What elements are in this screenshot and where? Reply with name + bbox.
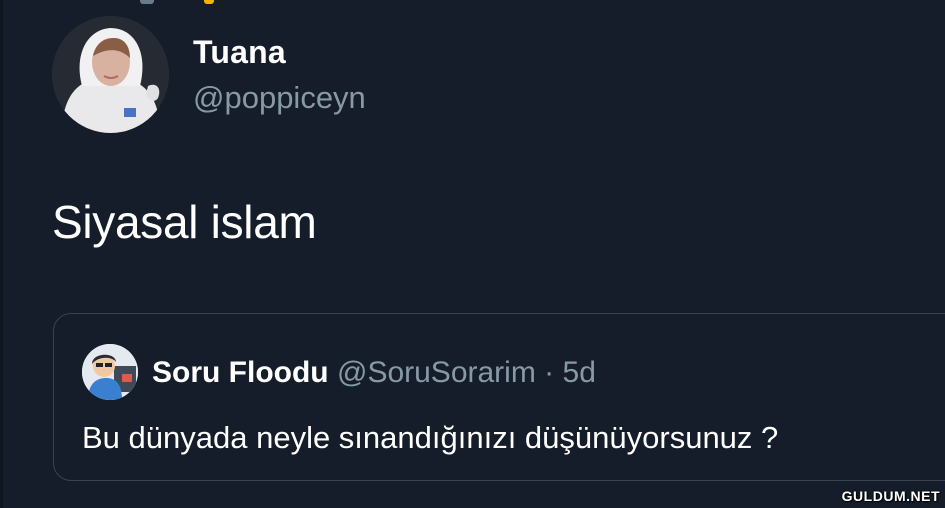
tweet-text: Siyasal islam bbox=[52, 196, 317, 248]
quoted-display-name[interactable]: Soru Floodu bbox=[152, 356, 329, 389]
edge-divider bbox=[0, 0, 3, 508]
user-avatar[interactable] bbox=[52, 16, 169, 133]
quoted-user-avatar[interactable] bbox=[82, 344, 138, 400]
quoted-tweet-card[interactable]: Soru Floodu @SoruSorarim · 5d Bu dünyada… bbox=[53, 313, 945, 481]
tweet-container: Tuana @poppiceyn Siyasal islam Soru Floo… bbox=[0, 0, 945, 508]
quoted-timestamp[interactable]: 5d bbox=[563, 356, 596, 389]
watermark: GULDUM.NET bbox=[841, 488, 940, 504]
previous-tweet-remnant bbox=[140, 0, 220, 4]
header-separator: · bbox=[544, 356, 555, 389]
user-handle[interactable]: @poppiceyn bbox=[193, 80, 366, 116]
cartoon-avatar-icon bbox=[82, 344, 138, 400]
user-avatar-photo-icon bbox=[52, 16, 169, 133]
quoted-tweet-header: Soru Floodu @SoruSorarim · 5d bbox=[152, 356, 596, 390]
quoted-tweet-text: Bu dünyada neyle sınandığınızı düşünüyor… bbox=[82, 420, 779, 455]
quoted-user-handle[interactable]: @SoruSorarim bbox=[337, 356, 536, 389]
display-name[interactable]: Tuana bbox=[193, 34, 286, 71]
